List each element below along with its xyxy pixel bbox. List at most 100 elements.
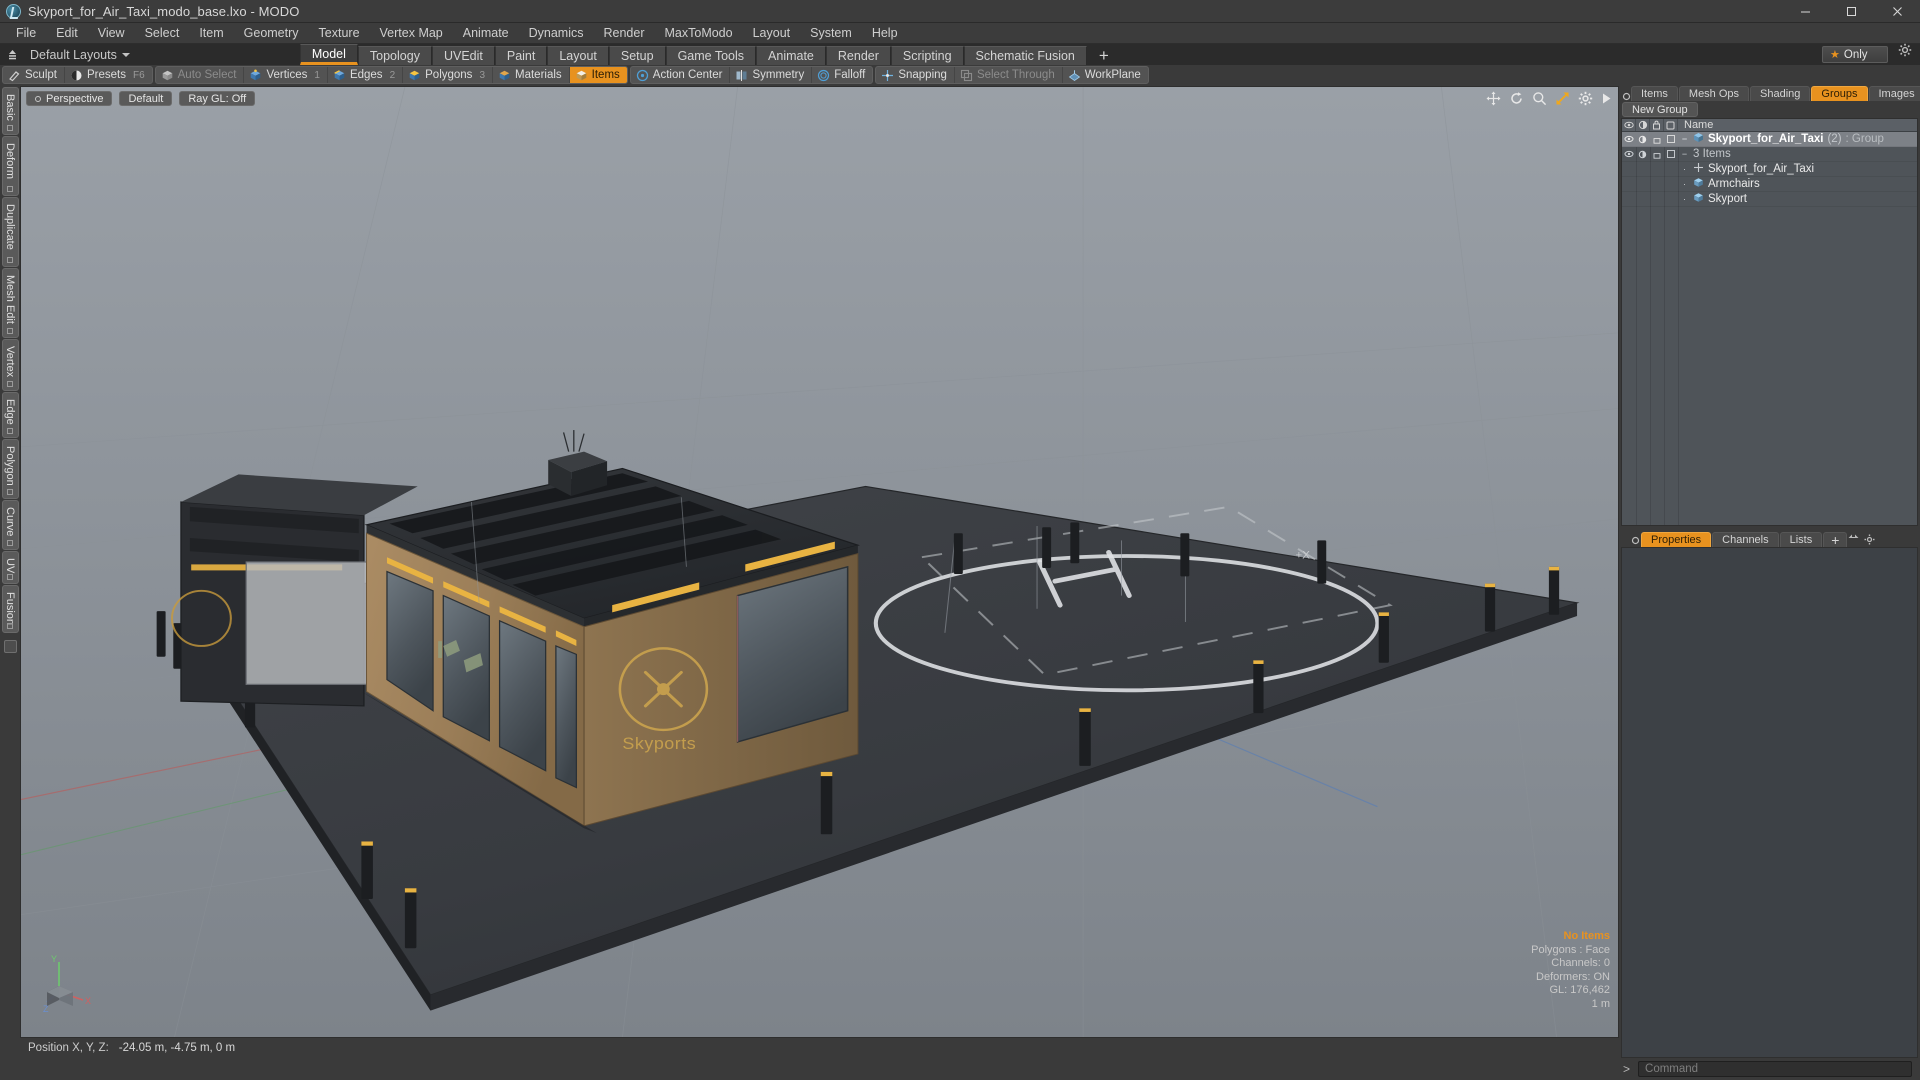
- menu-item-geometry[interactable]: Geometry: [234, 23, 309, 43]
- select-through-button[interactable]: Select Through: [955, 67, 1063, 83]
- sidebar-item-deform[interactable]: Deform: [1, 136, 19, 196]
- menu-item-maxtomodo[interactable]: MaxToModo: [655, 23, 743, 43]
- menu-item-animate[interactable]: Animate: [453, 23, 519, 43]
- menu-item-edit[interactable]: Edit: [46, 23, 88, 43]
- layout-tab-paint[interactable]: Paint: [494, 46, 548, 65]
- row-select-icon[interactable]: [1665, 192, 1678, 206]
- tree-toggle-icon[interactable]: ·: [1680, 194, 1689, 204]
- table-row[interactable]: · Skyport: [1622, 192, 1917, 207]
- gear-icon[interactable]: [1578, 91, 1593, 106]
- viewport-shading-dropdown[interactable]: Default: [119, 91, 173, 106]
- panel-menu-icon[interactable]: [1622, 88, 1631, 106]
- row-lock-icon[interactable]: [1651, 132, 1664, 146]
- sidebar-item-polygon[interactable]: Polygon: [1, 439, 19, 499]
- workplane-button[interactable]: WorkPlane: [1063, 67, 1148, 83]
- auto-select-button[interactable]: Auto Select: [156, 67, 245, 83]
- polygons-button[interactable]: Polygons 3: [403, 67, 493, 83]
- sidebar-item-curve[interactable]: Curve: [1, 500, 19, 550]
- row-eye-icon[interactable]: [1622, 132, 1635, 146]
- properties-panel-body[interactable]: [1621, 547, 1918, 1058]
- layout-tab-schematic-fusion[interactable]: Schematic Fusion: [963, 46, 1087, 65]
- symmetry-button[interactable]: Symmetry: [730, 67, 813, 83]
- edges-button[interactable]: Edges 2: [328, 67, 404, 83]
- sidebar-item-duplicate[interactable]: Duplicate: [1, 197, 19, 267]
- materials-button[interactable]: Materials: [493, 67, 570, 83]
- add-bottom-tab-button[interactable]: +: [1823, 532, 1848, 548]
- row-eye-icon[interactable]: [1622, 177, 1635, 191]
- layout-tab-animate[interactable]: Animate: [756, 46, 826, 65]
- render-icon[interactable]: [1636, 119, 1650, 131]
- sidebar-item-vertex[interactable]: Vertex: [1, 339, 19, 391]
- tree-toggle-icon[interactable]: −: [1680, 149, 1689, 159]
- menu-item-render[interactable]: Render: [594, 23, 655, 43]
- tab-mesh-ops[interactable]: Mesh Ops: [1678, 86, 1750, 101]
- layout-tab-topology[interactable]: Topology: [357, 46, 432, 65]
- menu-item-view[interactable]: View: [88, 23, 135, 43]
- row-select-icon[interactable]: [1665, 162, 1678, 176]
- menu-item-system[interactable]: System: [800, 23, 862, 43]
- zoom-icon[interactable]: [1532, 91, 1547, 106]
- action-center-button[interactable]: Action Center: [631, 67, 731, 83]
- row-lock-icon[interactable]: [1651, 192, 1664, 206]
- tab-images[interactable]: Images: [1868, 86, 1920, 101]
- select-icon[interactable]: [1664, 119, 1678, 131]
- tree-toggle-icon[interactable]: ·: [1680, 179, 1689, 189]
- row-eye-icon[interactable]: [1622, 192, 1635, 206]
- menu-item-layout[interactable]: Layout: [743, 23, 801, 43]
- row-render-icon[interactable]: [1636, 132, 1649, 146]
- menu-item-texture[interactable]: Texture: [309, 23, 370, 43]
- default-layouts-dropdown[interactable]: Default Layouts: [24, 44, 136, 65]
- bottom-panel-expand-icon[interactable]: [1848, 532, 1863, 549]
- tab-shading[interactable]: Shading: [1750, 86, 1811, 101]
- row-select-icon[interactable]: [1665, 147, 1678, 161]
- tab-items[interactable]: Items: [1631, 86, 1678, 101]
- row-eye-icon[interactable]: [1622, 147, 1635, 161]
- row-lock-icon[interactable]: [1651, 162, 1664, 176]
- move-icon[interactable]: [1486, 91, 1501, 106]
- maximize-icon[interactable]: [1828, 0, 1874, 22]
- tab-lists[interactable]: Lists: [1779, 532, 1823, 547]
- tab-properties[interactable]: Properties: [1641, 532, 1712, 547]
- menu-item-help[interactable]: Help: [862, 23, 908, 43]
- row-select-icon[interactable]: [1665, 132, 1678, 146]
- row-select-icon[interactable]: [1665, 177, 1678, 191]
- menu-item-select[interactable]: Select: [135, 23, 190, 43]
- rotate-icon[interactable]: [1509, 91, 1524, 106]
- menu-item-item[interactable]: Item: [189, 23, 233, 43]
- menu-item-dynamics[interactable]: Dynamics: [519, 23, 594, 43]
- lock-icon[interactable]: [1650, 119, 1664, 131]
- row-eye-icon[interactable]: [1622, 162, 1635, 176]
- sidebar-item-edge[interactable]: Edge: [1, 392, 19, 438]
- items-button[interactable]: Items: [569, 67, 627, 83]
- bottom-panel-options-icon[interactable]: [1864, 532, 1875, 549]
- viewport-raygl-toggle[interactable]: Ray GL: Off: [179, 91, 256, 106]
- row-render-icon[interactable]: [1636, 162, 1649, 176]
- menu-item-vertex-map[interactable]: Vertex Map: [370, 23, 453, 43]
- tab-groups[interactable]: Groups: [1811, 86, 1868, 101]
- table-row[interactable]: − Skyport_for_Air_Taxi (2) : Group: [1622, 132, 1917, 147]
- layout-tab-scripting[interactable]: Scripting: [890, 46, 964, 65]
- tree-toggle-icon[interactable]: −: [1680, 134, 1689, 144]
- falloff-button[interactable]: Falloff: [812, 67, 872, 83]
- layout-tab-setup[interactable]: Setup: [608, 46, 666, 65]
- fit-icon[interactable]: [1555, 91, 1570, 106]
- presets-button[interactable]: Presets F6: [65, 67, 152, 83]
- layout-tab-render[interactable]: Render: [825, 46, 891, 65]
- table-row[interactable]: − 3 Items: [1622, 147, 1917, 162]
- layout-tab-uvedit[interactable]: UVEdit: [431, 46, 495, 65]
- row-lock-icon[interactable]: [1651, 147, 1664, 161]
- axis-gizmo[interactable]: Y X Z: [43, 952, 97, 1019]
- viewport-3d[interactable]: Perspective Default Ray GL: Off +X Skypo…: [20, 86, 1619, 1038]
- close-icon[interactable]: [1874, 0, 1920, 22]
- row-lock-icon[interactable]: [1651, 177, 1664, 191]
- home-layout-icon[interactable]: [0, 44, 24, 65]
- bottom-panel-menu-icon[interactable]: [1631, 532, 1640, 547]
- layout-tab-layout[interactable]: Layout: [547, 46, 609, 65]
- row-render-icon[interactable]: [1636, 147, 1649, 161]
- sidebar-item-fusion[interactable]: Fusion: [1, 585, 19, 633]
- vertices-button[interactable]: Vertices 1: [244, 67, 328, 83]
- sculpt-button[interactable]: Sculpt: [3, 67, 65, 83]
- command-input[interactable]: [1638, 1061, 1912, 1077]
- only-toggle-button[interactable]: ★ Only: [1822, 46, 1888, 63]
- add-layout-tab-button[interactable]: +: [1087, 46, 1121, 65]
